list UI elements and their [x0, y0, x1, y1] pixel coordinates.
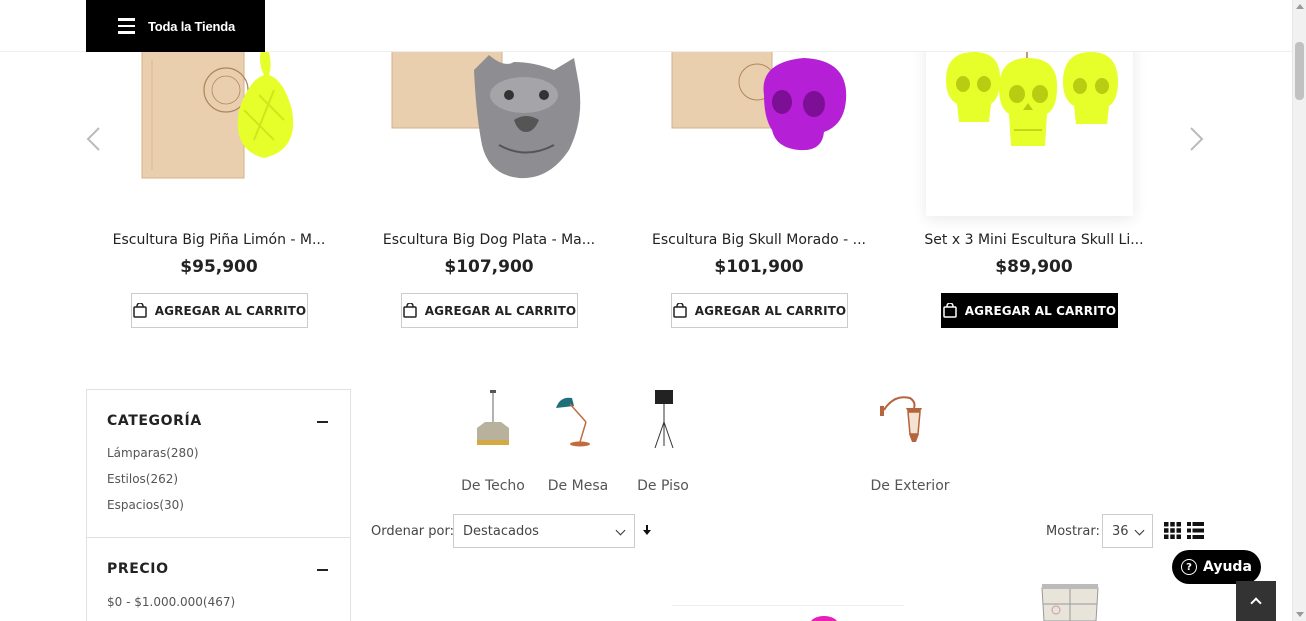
category-filter-title[interactable]: CATEGORÍA [107, 413, 202, 429]
product-image[interactable] [1038, 580, 1102, 621]
shopping-bag-icon [943, 303, 957, 318]
product-name[interactable]: Escultura Big Dog Plata - Ma... [369, 232, 609, 248]
product-name[interactable]: Escultura Big Skull Morado - ... [639, 232, 879, 248]
all-store-label: Toda la Tienda [148, 18, 236, 34]
show-count-value: 36 [1112, 523, 1129, 539]
question-icon: ? [1181, 559, 1197, 575]
floor-lamp-icon [654, 390, 674, 449]
ceiling-lamp-icon [477, 390, 509, 445]
add-to-cart-button[interactable]: AGREGAR AL CARRITO [131, 293, 308, 328]
page-scrollbar[interactable] [1292, 0, 1306, 621]
add-to-cart-label: AGREGAR AL CARRITO [424, 303, 577, 318]
add-to-cart-button[interactable]: AGREGAR AL CARRITO [401, 293, 578, 328]
outdoor-lamp-icon [880, 396, 922, 442]
product-image[interactable] [672, 605, 904, 621]
product-price: $95,900 [180, 257, 258, 277]
collapse-icon[interactable] [317, 569, 328, 571]
category-item-espacios[interactable]: Espacios(30) [107, 498, 184, 512]
shopping-bag-icon [673, 303, 687, 318]
scroll-up-icon[interactable] [1296, 4, 1304, 9]
sort-direction-icon[interactable] [641, 522, 653, 538]
grid-view-icon[interactable] [1164, 522, 1181, 539]
category-de-piso[interactable]: De Piso [613, 388, 713, 498]
list-view-icon[interactable] [1187, 522, 1204, 539]
product-price: $101,900 [714, 257, 804, 277]
chevron-down-icon [615, 525, 626, 536]
add-to-cart-button[interactable]: AGREGAR AL CARRITO [941, 293, 1118, 328]
scrollbar-thumb[interactable] [1295, 42, 1304, 100]
category-label: De Exterior [870, 478, 950, 494]
shopping-bag-icon [403, 303, 417, 318]
chevron-down-icon [1134, 525, 1145, 536]
price-range-item[interactable]: $0 - $1.000.000(467) [107, 595, 235, 609]
sort-by-select[interactable]: Destacados [453, 514, 635, 548]
product-name[interactable]: Set x 3 Mini Escultura Skull Li... [914, 232, 1154, 248]
carousel-next-button[interactable] [1188, 126, 1206, 152]
sort-by-value: Destacados [463, 523, 539, 539]
product-price: $89,900 [995, 257, 1073, 277]
category-item-estilos[interactable]: Estilos(262) [107, 472, 178, 486]
all-store-menu-button[interactable]: Toda la Tienda [86, 0, 265, 52]
help-chat-button[interactable]: ? Ayuda [1172, 550, 1261, 584]
product-name[interactable]: Escultura Big Piña Limón - M... [99, 232, 339, 248]
back-to-top-button[interactable] [1236, 581, 1276, 621]
hamburger-icon [118, 18, 135, 34]
collapse-icon[interactable] [317, 421, 328, 423]
filter-sidebar: CATEGORÍA Lámparas(280) Estilos(262) Esp… [86, 389, 351, 621]
sort-by-label: Ordenar por: [371, 524, 454, 539]
desk-lamp-icon [556, 397, 590, 447]
divider [87, 537, 350, 538]
help-label: Ayuda [1203, 559, 1252, 575]
show-label: Mostrar: [1046, 524, 1100, 539]
shopping-bag-icon [133, 303, 147, 318]
category-label: De Piso [637, 478, 689, 494]
category-de-exterior[interactable]: De Exterior [860, 388, 960, 498]
chevron-up-icon [1250, 597, 1262, 609]
add-to-cart-label: AGREGAR AL CARRITO [154, 303, 307, 318]
add-to-cart-label: AGREGAR AL CARRITO [964, 303, 1117, 318]
add-to-cart-label: AGREGAR AL CARRITO [694, 303, 847, 318]
product-price: $107,900 [444, 257, 534, 277]
add-to-cart-button[interactable]: AGREGAR AL CARRITO [671, 293, 848, 328]
price-filter-title[interactable]: PRECIO [107, 561, 169, 577]
chevron-right-icon [1190, 127, 1204, 151]
category-item-lamparas[interactable]: Lámparas(280) [107, 446, 199, 460]
scroll-down-icon[interactable] [1296, 612, 1304, 617]
show-count-select[interactable]: 36 [1102, 514, 1153, 548]
